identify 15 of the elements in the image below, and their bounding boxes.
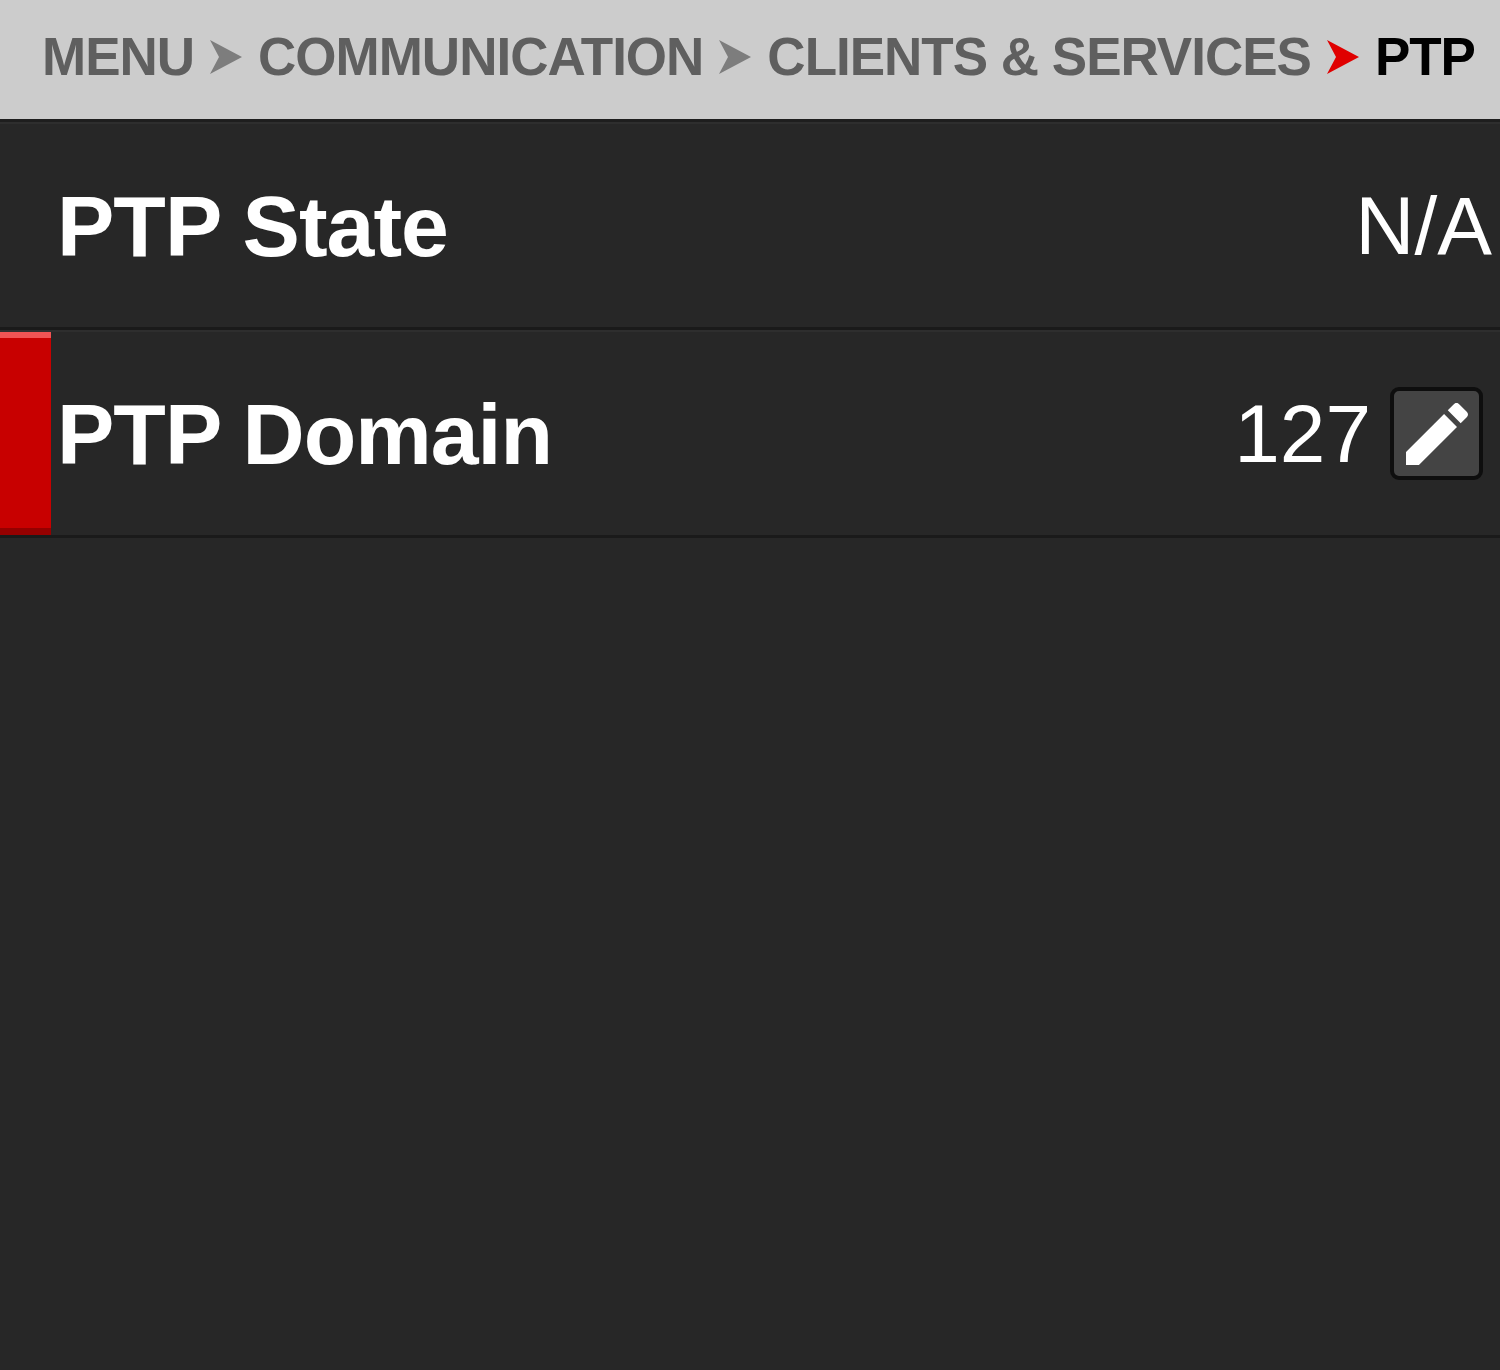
chevron-icon — [719, 39, 752, 74]
setting-label: PTP Domain — [57, 390, 553, 477]
breadcrumb-item: PTP — [1374, 30, 1475, 83]
breadcrumb-item[interactable]: CLIENTS & SERVICES — [767, 30, 1311, 83]
pencil-icon — [1405, 402, 1468, 465]
settings-row[interactable]: PTP State N/A — [0, 122, 1500, 330]
setting-value: 127 — [1234, 392, 1371, 475]
breadcrumb-item[interactable]: COMMUNICATION — [258, 30, 704, 83]
settings-row[interactable]: PTP Domain 127 — [0, 330, 1500, 538]
setting-value: N/A — [1355, 184, 1492, 267]
chevron-icon — [210, 39, 243, 74]
setting-label: PTP State — [57, 182, 449, 269]
breadcrumb-item[interactable]: MENU — [42, 30, 195, 83]
chevron-icon — [1326, 39, 1359, 74]
edit-button[interactable] — [1390, 387, 1483, 480]
